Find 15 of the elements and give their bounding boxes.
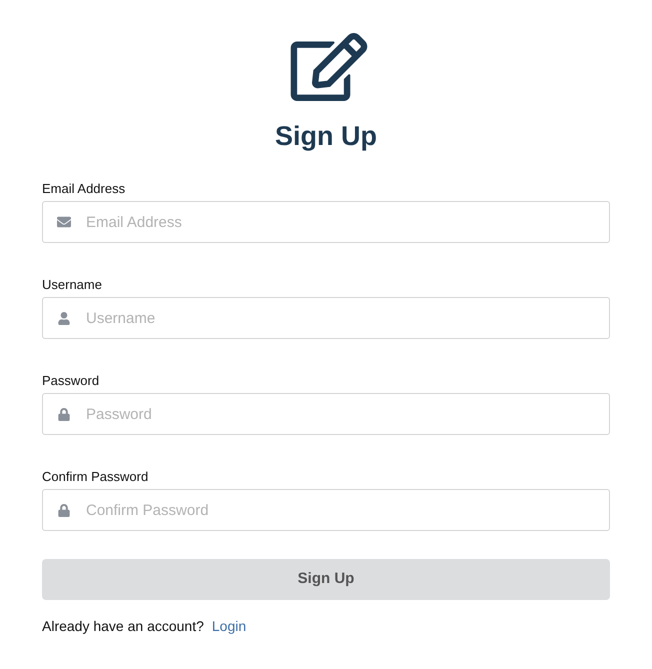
input-field[interactable]: Confirm Password (42, 489, 610, 531)
input-field[interactable]: Email Address (42, 201, 610, 243)
envelope-icon (56, 215, 72, 229)
field-label: Email Address (42, 181, 126, 197)
lock-icon (58, 408, 70, 420)
input-field[interactable]: Username (42, 297, 610, 339)
lock-icon (58, 504, 70, 516)
field-label: Username (42, 277, 103, 293)
footer-text: Already have an account? (42, 617, 204, 636)
user-icon (58, 312, 70, 324)
field-label: Confirm Password (42, 469, 150, 485)
input-field[interactable]: Password (42, 393, 610, 435)
login-link[interactable]: Login (212, 616, 246, 637)
field-label: Password (42, 373, 100, 389)
page-title: Sign Up (275, 120, 377, 153)
